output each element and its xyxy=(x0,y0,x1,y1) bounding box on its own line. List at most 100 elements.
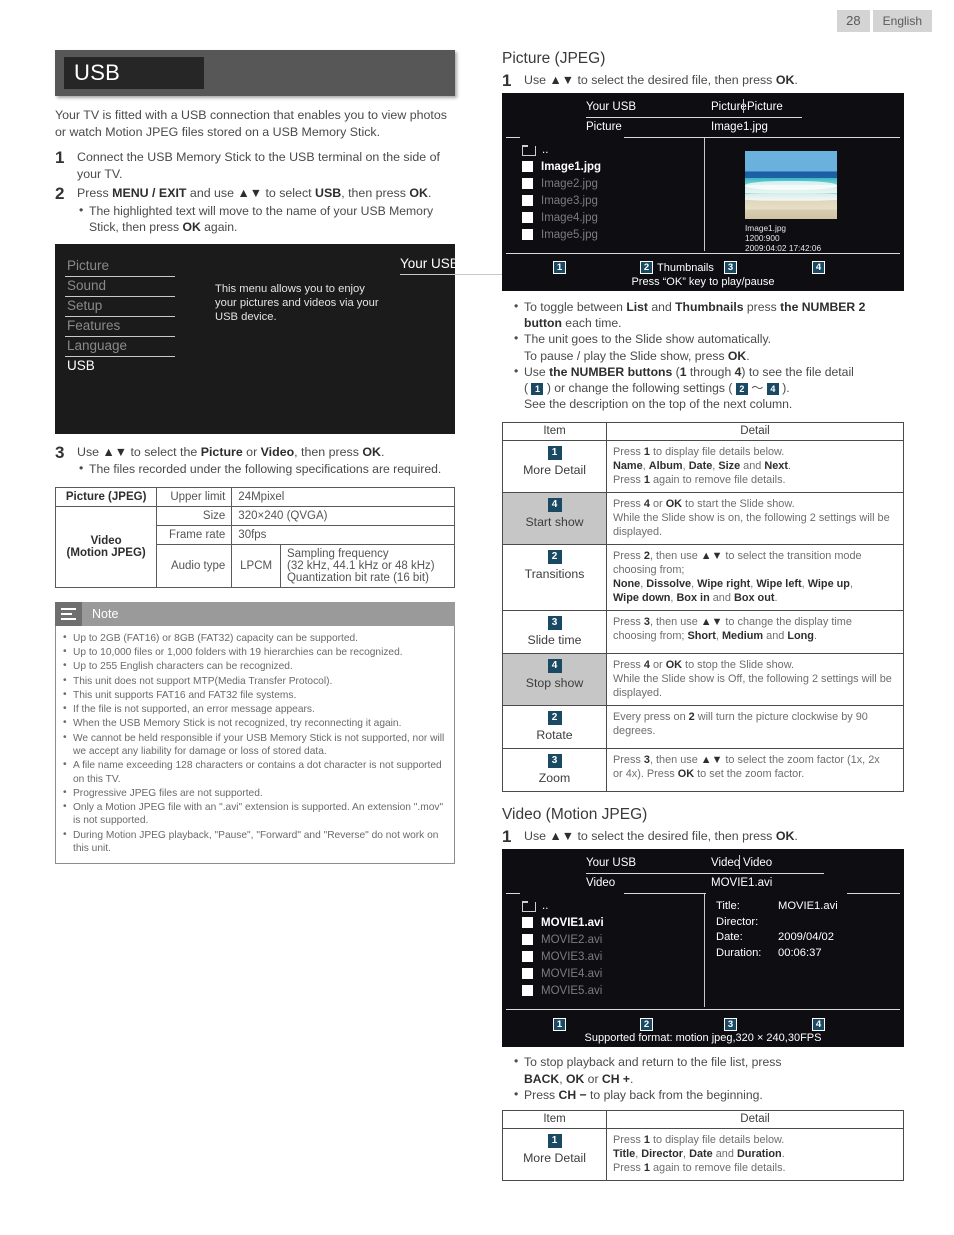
picture-items-table: Item Detail 1 More Detail Press 1 to displ… xyxy=(502,422,904,793)
bullet-line-1: Use the NUMBER buttons (1 through 4) to … xyxy=(524,364,854,379)
note-item: This unit supports FAT16 and FAT32 file … xyxy=(62,688,446,702)
file-name: Image2.jpg xyxy=(541,177,598,190)
table-row: 3 Zoom Press 3, then use ▲▼ to select the … xyxy=(502,748,904,793)
file-checkbox-icon[interactable] xyxy=(522,212,533,223)
detail-line: Title, Director, Date and Duration. xyxy=(613,1148,785,1161)
list-item[interactable]: Image5.jpg xyxy=(522,226,601,243)
list-item[interactable]: Image3.jpg xyxy=(522,192,601,209)
file-checkbox-icon[interactable] xyxy=(522,195,533,206)
video-detail-panel: Title: MOVIE1.avi Director: Date: 2009/04/… xyxy=(716,899,838,961)
step-text: Press MENU / EXIT and use ▲▼ to select U… xyxy=(77,186,432,200)
wave-foam-2 xyxy=(745,193,837,202)
note-item: Only a Motion JPEG file with an ".avi" e… xyxy=(62,800,446,828)
file-checkbox-icon[interactable] xyxy=(522,951,533,963)
tv-menu-item-usb[interactable]: USB xyxy=(65,357,175,376)
number-badge: 2 xyxy=(640,261,653,275)
number-button-1[interactable]: 1 xyxy=(553,1015,566,1033)
list-item[interactable]: MOVIE2.avi xyxy=(522,931,604,948)
list-item[interactable]: MOVIE4.avi xyxy=(522,965,604,982)
number-badge: 3 xyxy=(724,261,737,275)
number-button-3[interactable]: 3 xyxy=(724,259,741,277)
file-checkbox-icon[interactable] xyxy=(522,985,533,997)
file-checkbox-icon[interactable] xyxy=(522,229,533,240)
list-item-parent[interactable]: .. xyxy=(522,897,604,914)
list-item-parent[interactable]: .. xyxy=(522,141,601,158)
note-item: When the USB Memory Stick is not recogni… xyxy=(62,716,446,730)
table-row: 2 Transitions Press 2, then use ▲▼ to sele… xyxy=(502,544,904,612)
bullet-item: To stop playback and return to the file … xyxy=(512,1053,904,1086)
file-checkbox-icon[interactable] xyxy=(522,178,533,189)
picture-step-1: 1 Use ▲▼ to select the desired file, the… xyxy=(502,72,904,89)
number-button-4[interactable]: 4 xyxy=(812,1015,825,1033)
tv-menu-item-language[interactable]: Language xyxy=(65,337,175,357)
detail-line: choosing from; xyxy=(613,564,685,577)
tv-menu-item-picture[interactable]: Picture xyxy=(65,257,175,277)
beach-photo-thumbnail xyxy=(745,151,837,219)
number-button-4[interactable]: 4 xyxy=(812,259,829,277)
list-item[interactable]: Image2.jpg xyxy=(522,175,601,192)
header-rule-2a xyxy=(506,137,520,138)
tv-menu-device-label[interactable]: Your USB xyxy=(400,256,515,275)
bullet-item: Press CH − to play back from the beginni… xyxy=(512,1086,904,1103)
browser-source-label: Your USB xyxy=(586,101,637,113)
number-badge: 1 xyxy=(553,261,566,275)
table-header-row: Item Detail xyxy=(502,422,904,442)
detail-cell: Press 1 to display file details below. Na… xyxy=(606,440,904,494)
file-checkbox-icon[interactable] xyxy=(522,934,533,946)
picture-usb-browser-screenshot: Your USB Picture Picture Picture Image1.… xyxy=(502,93,904,291)
detail-line: Press 4 or OK to start the Slide show. xyxy=(613,498,795,511)
spec-cell-video-motion-jpeg: Video (Motion JPEG) xyxy=(54,505,158,588)
table-header-row: Item Detail xyxy=(502,1110,904,1130)
footer-rule xyxy=(506,1009,900,1011)
note-lines-icon xyxy=(55,601,82,626)
detail-value: 00:06:37 xyxy=(778,946,822,959)
number-button-2[interactable]: 2 Thumbnails xyxy=(640,259,714,277)
video-number-button-bar: 1 2 3 4 xyxy=(502,1015,904,1031)
video-bullets: To stop playback and return to the file … xyxy=(512,1053,904,1103)
detail-line: While the Slide show is Off, the followi… xyxy=(613,673,892,700)
thumb-datetime: 2009:04:02 17:42:06 xyxy=(745,242,822,253)
number-badge: 2 xyxy=(640,1017,653,1031)
detail-row-duration: Duration: 00:06:37 xyxy=(716,946,838,962)
page-language: English xyxy=(872,10,932,32)
spec-cell-size-value: 320×240 (QVGA) xyxy=(231,505,455,526)
list-item[interactable]: MOVIE3.avi xyxy=(522,948,604,965)
file-checkbox-icon[interactable] xyxy=(522,161,533,172)
list-item[interactable]: Image1.jpg xyxy=(522,158,601,175)
bullet-line-3: See the description on the top of the ne… xyxy=(524,397,793,412)
detail-line: Press 3, then use ▲▼ to select the zoom … xyxy=(613,754,880,767)
number-badge: 2 xyxy=(735,382,748,395)
spec-cell-24mpixel: 24Mpixel xyxy=(231,486,455,507)
tv-menu-item-sound[interactable]: Sound xyxy=(65,277,175,297)
number-button-2[interactable]: 2 xyxy=(640,1015,653,1033)
file-checkbox-icon[interactable] xyxy=(522,917,533,929)
list-item[interactable]: MOVIE1.avi xyxy=(522,914,604,931)
tv-menu-item-features[interactable]: Features xyxy=(65,317,175,337)
list-item[interactable]: Image4.jpg xyxy=(522,209,601,226)
list-item[interactable]: MOVIE5.avi xyxy=(522,982,604,999)
detail-cell: Press 1 to display file details below. Ti… xyxy=(606,1128,904,1182)
step-3: 3 Use ▲▼ to select the Picture or Video,… xyxy=(55,444,455,478)
file-name: MOVIE4.avi xyxy=(541,967,603,980)
file-checkbox-icon[interactable] xyxy=(522,968,533,980)
browser-current-file: MOVIE1.avi xyxy=(711,877,773,890)
detail-line: Press 1 again to remove file details. xyxy=(613,1162,786,1175)
step-number: 2 xyxy=(55,184,65,203)
header-rule-2a xyxy=(506,893,520,895)
spec-cell-audio-type: Audio type xyxy=(156,543,233,588)
picture-screen-footer-hint: Press “OK” key to play/pause xyxy=(631,276,775,288)
step-number: 3 xyxy=(55,442,65,462)
note-body: Up to 2GB (FAT16) or 8GB (FAT32) capacit… xyxy=(55,625,455,865)
item-cell: 1 More Detail xyxy=(502,1128,607,1182)
detail-value: MOVIE1.avi xyxy=(778,900,838,913)
number-badge: 1 xyxy=(531,382,544,395)
left-column: USB Your TV is fitted with a USB connect… xyxy=(54,50,515,865)
table-row: 1 More Detail Press 1 to display file deta… xyxy=(502,440,904,494)
header-rule-2b xyxy=(624,137,900,138)
note-item: If the file is not supported, an error m… xyxy=(62,702,446,716)
number-button-3[interactable]: 3 xyxy=(724,1015,737,1033)
tv-menu-item-setup[interactable]: Setup xyxy=(65,297,175,317)
number-button-1[interactable]: 1 xyxy=(553,259,570,277)
page-number: 28 xyxy=(837,10,870,32)
note-item: A file name exceeding 128 characters or … xyxy=(62,758,446,786)
